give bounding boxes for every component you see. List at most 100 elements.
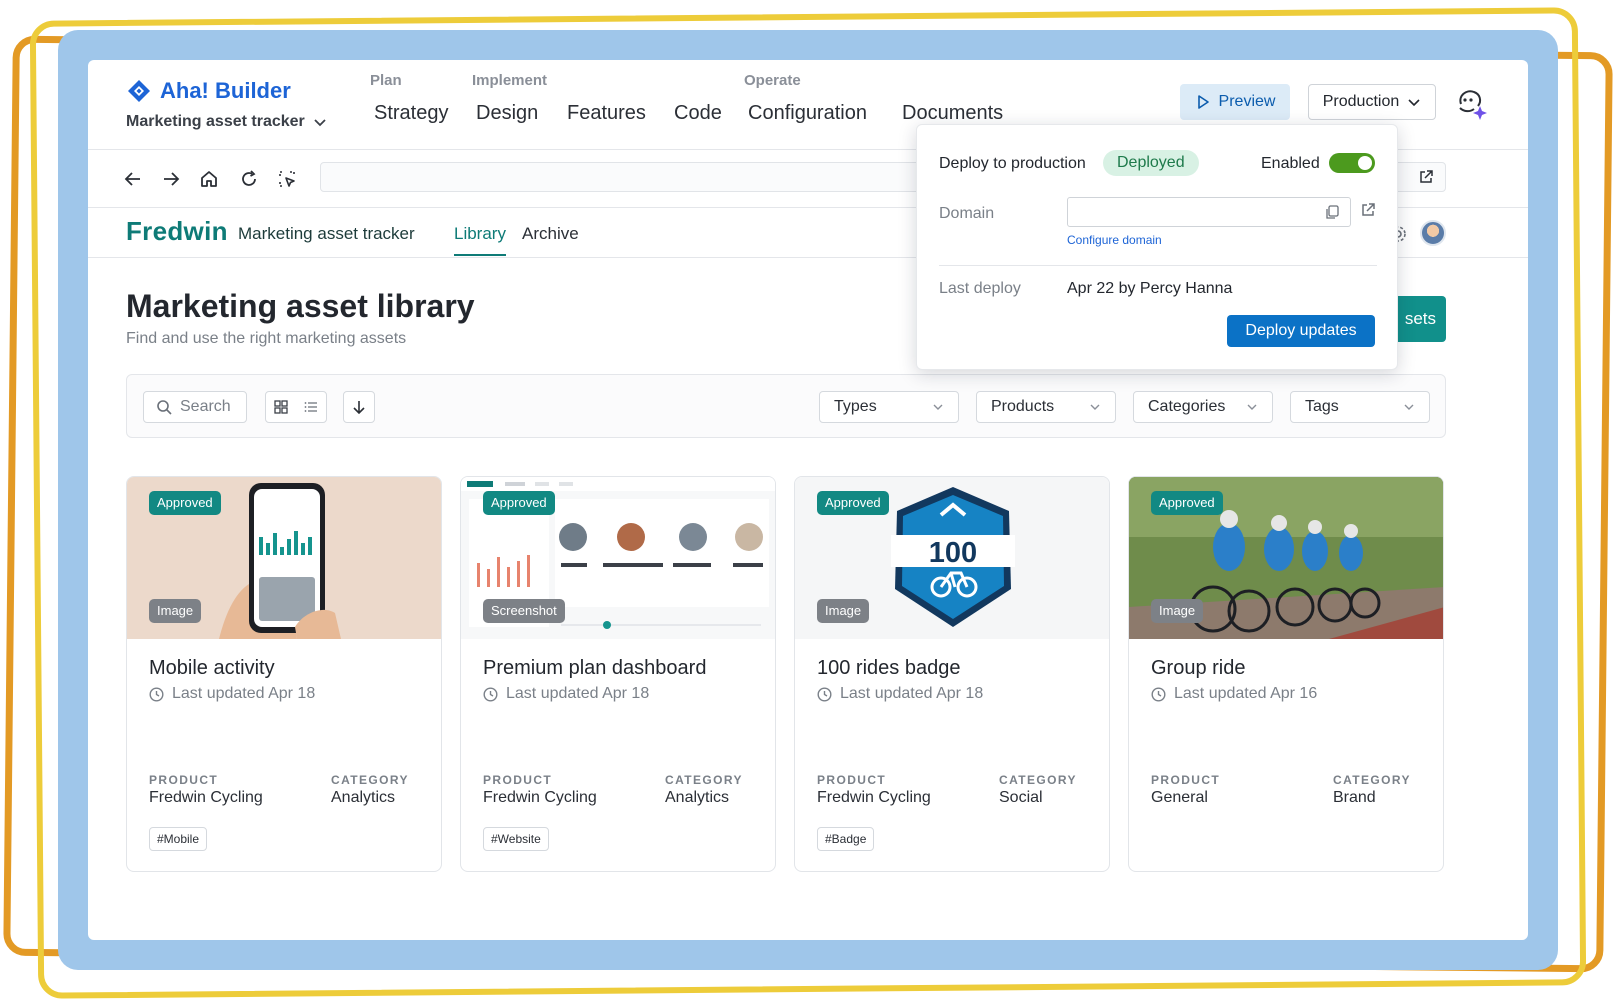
chevron-down-icon <box>1408 99 1420 107</box>
domain-input[interactable] <box>1067 197 1351 227</box>
last-updated: Last updated Apr 18 <box>817 685 983 703</box>
search-input[interactable]: Search <box>143 391 247 423</box>
chevron-down-icon <box>314 119 326 127</box>
last-updated-text: Last updated Apr 16 <box>1174 685 1318 702</box>
enabled-toggle[interactable] <box>1329 153 1375 173</box>
tags-dropdown[interactable]: Tags <box>1290 391 1430 423</box>
brand[interactable]: Aha! Builder <box>126 78 291 104</box>
deploy-updates-button[interactable]: Deploy updates <box>1227 315 1375 347</box>
domain-label: Domain <box>939 205 995 222</box>
chevron-down-icon <box>1090 404 1100 410</box>
status-badge: Approved <box>483 491 555 515</box>
product-label: PRODUCT <box>483 773 553 787</box>
toggle-knob <box>1358 156 1372 170</box>
copy-icon[interactable] <box>1324 204 1340 220</box>
clock-icon <box>149 686 164 702</box>
product-label: PRODUCT <box>149 773 219 787</box>
deploy-popover: Deploy to production Deployed Enabled Do… <box>916 124 1398 370</box>
search-placeholder: Search <box>180 398 231 415</box>
clock-icon <box>817 686 832 702</box>
arrow-left-icon[interactable] <box>122 168 144 190</box>
fredwin-logo[interactable]: Fredwin <box>126 216 228 247</box>
product-switcher[interactable]: Marketing asset tracker <box>126 113 327 131</box>
last-deploy-label: Last deploy <box>939 280 1021 297</box>
select-element-icon[interactable] <box>276 168 298 190</box>
last-updated-text: Last updated Apr 18 <box>840 685 984 702</box>
last-updated-text: Last updated Apr 18 <box>506 685 650 702</box>
nav-link-features[interactable]: Features <box>567 102 646 125</box>
screenshot-stage: Aha! Builder Marketing asset tracker Pla… <box>0 0 1616 1000</box>
products-dropdown[interactable]: Products <box>976 391 1116 423</box>
products-label: Products <box>991 398 1055 415</box>
deploy-updates-label: Deploy updates <box>1245 322 1357 339</box>
categories-dropdown[interactable]: Categories <box>1133 391 1273 423</box>
types-dropdown[interactable]: Types <box>819 391 959 423</box>
chevron-down-icon <box>1404 404 1414 410</box>
brand-name: Aha! Builder <box>160 78 291 103</box>
tag-chip[interactable]: #Mobile <box>149 827 208 851</box>
category-label: CATEGORY <box>999 773 1077 787</box>
deploy-title: Deploy to production <box>939 155 1086 172</box>
aha-logo-icon <box>128 80 150 102</box>
product-value: General <box>1151 789 1208 806</box>
product-value: Fredwin Cycling <box>817 789 931 806</box>
chevron-down-icon <box>1247 404 1257 410</box>
refresh-icon[interactable] <box>238 168 260 190</box>
nav-category-implement: Implement <box>472 72 548 89</box>
tag-chip[interactable]: #Badge <box>817 827 875 851</box>
external-link-icon[interactable] <box>1417 168 1435 186</box>
sort-button[interactable] <box>343 391 375 423</box>
environment-select[interactable]: Production <box>1308 84 1436 120</box>
nav-link-code[interactable]: Code <box>674 102 722 125</box>
tag-chip[interactable]: #Website <box>483 827 549 851</box>
category-value: Brand <box>1333 789 1376 806</box>
page-title: Marketing asset library <box>126 288 475 324</box>
grid-view-icon[interactable] <box>274 400 288 414</box>
product-value: Fredwin Cycling <box>149 789 263 806</box>
asset-type-badge: Screenshot <box>483 599 565 623</box>
app-window: Aha! Builder Marketing asset tracker Pla… <box>88 60 1528 940</box>
deploy-status-badge: Deployed <box>1103 150 1199 176</box>
nav-link-documents[interactable]: Documents <box>902 102 1003 125</box>
asset-thumbnail: Approved Image <box>1129 477 1443 639</box>
home-icon[interactable] <box>198 168 220 190</box>
category-label: CATEGORY <box>331 773 409 787</box>
app-subtitle: Marketing asset tracker <box>238 224 415 243</box>
asset-card-premium-plan-dashboard[interactable]: Approved Screenshot Premium plan dashboa… <box>460 476 776 872</box>
asset-card-100-rides-badge[interactable]: 100 Approved Image 100 rides badge Last … <box>794 476 1110 872</box>
preview-button[interactable]: Preview <box>1180 84 1290 120</box>
asset-thumbnail: Approved Image <box>127 477 441 639</box>
types-label: Types <box>834 398 877 415</box>
page-subtitle: Find and use the right marketing assets <box>126 330 407 347</box>
nav-link-strategy[interactable]: Strategy <box>374 102 448 125</box>
asset-type-badge: Image <box>149 599 202 623</box>
last-deploy-value: Apr 22 by Percy Hanna <box>1067 280 1233 297</box>
product-label: PRODUCT <box>817 773 887 787</box>
asset-title: 100 rides badge <box>817 657 961 679</box>
tab-archive[interactable]: Archive <box>522 224 579 244</box>
arrow-right-icon[interactable] <box>160 168 182 190</box>
configure-domain-link[interactable]: Configure domain <box>1067 233 1162 247</box>
asset-title: Mobile activity <box>149 657 275 679</box>
status-badge: Approved <box>817 491 889 515</box>
list-view-icon[interactable] <box>304 400 318 414</box>
nav-category-plan: Plan <box>370 72 402 89</box>
nav-link-design[interactable]: Design <box>476 102 538 125</box>
asset-type-badge: Image <box>1151 599 1204 623</box>
asset-card-mobile-activity[interactable]: Approved Image Mobile activity Last upda… <box>126 476 442 872</box>
nav-link-configuration[interactable]: Configuration <box>748 102 867 125</box>
asset-thumbnail: 100 Approved Image <box>795 477 1109 639</box>
category-value: Analytics <box>665 789 730 806</box>
asset-card-group-ride[interactable]: Approved Image Group ride Last updated A… <box>1128 476 1444 872</box>
chevron-down-icon <box>933 404 943 410</box>
tab-library[interactable]: Library <box>454 224 506 244</box>
last-updated: Last updated Apr 18 <box>149 685 315 703</box>
categories-label: Categories <box>1148 398 1226 415</box>
external-link-icon[interactable] <box>1359 201 1377 219</box>
clock-icon <box>483 686 498 702</box>
ai-assistant-icon[interactable] <box>1452 84 1488 120</box>
avatar[interactable] <box>1420 220 1446 246</box>
last-updated: Last updated Apr 16 <box>1151 685 1317 703</box>
view-toggle[interactable] <box>265 391 327 423</box>
badge-number: 100 <box>928 537 978 569</box>
